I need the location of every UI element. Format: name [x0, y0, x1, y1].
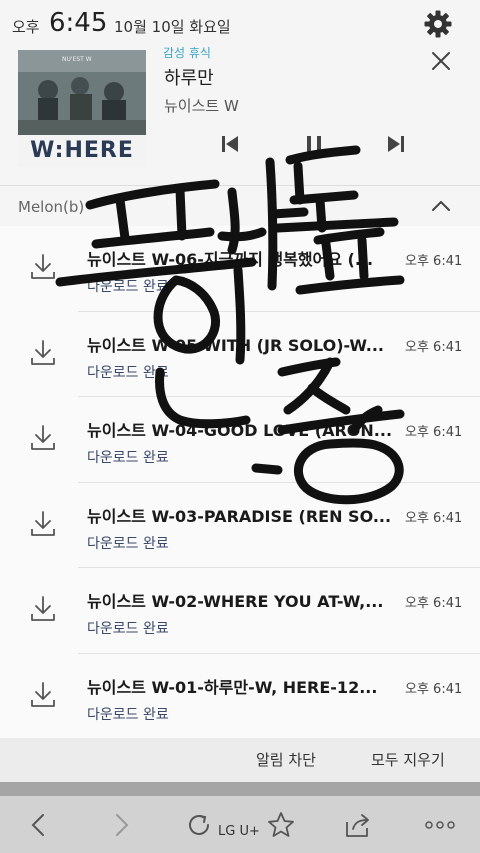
list-item[interactable]: 뉴이스트 W-06-지금까지 행복했어요 (... 오후 6:41 다운로드 완… [0, 226, 480, 312]
notification-group-header[interactable]: Melon(b) [0, 186, 480, 226]
now-playing-artist: 뉴이스트 W [164, 97, 239, 115]
list-item[interactable]: 뉴이스트 W-05-WITH (JR SOLO)-W... 오후 6:41 다운… [0, 311, 480, 397]
download-status: 다운로드 완료 [87, 450, 169, 466]
download-time: 오후 6:41 [405, 681, 463, 697]
clear-all-button[interactable]: 모두 지우기 [371, 749, 445, 770]
status-date: 10월 10일 화요일 [114, 18, 231, 36]
download-status: 다운로드 완료 [87, 621, 169, 637]
list-item[interactable]: 뉴이스트 W-01-하루만-W, HERE-12... 오후 6:41 다운로드… [0, 653, 480, 739]
download-title: 뉴이스트 W-04-GOOD LOVE (ARON... [87, 421, 393, 440]
carrier-label: LG U+ [218, 824, 260, 839]
skip-next-icon [388, 136, 404, 152]
download-status: 다운로드 완료 [87, 364, 169, 381]
block-notifications-button[interactable]: 알림 차단 [256, 749, 316, 770]
download-time: 오후 6:41 [405, 254, 463, 269]
skip-previous-icon [222, 136, 238, 152]
status-time: 6:45 [49, 8, 108, 38]
list-item[interactable]: 뉴이스트 W-02-WHERE YOU AT-W,... 오후 6:41 다운로… [0, 568, 480, 654]
download-time: 오후 6:41 [405, 425, 463, 440]
share-icon [346, 814, 369, 837]
download-status: 다운로드 완료 [87, 706, 169, 723]
album-small-text: NU'EST W [62, 56, 92, 63]
media-notification[interactable]: NU'EST W W:HERE 감성 휴식 하루만 뉴이스트 W [0, 46, 480, 183]
download-title: 뉴이스트 W-06-지금까지 행복했어요 (... [87, 250, 374, 269]
download-icon [31, 510, 55, 536]
reload-icon [189, 815, 209, 835]
download-icon [31, 681, 55, 707]
reload-button[interactable] [184, 810, 214, 840]
back-button[interactable] [24, 810, 54, 840]
settings-button[interactable] [423, 9, 453, 39]
list-item[interactable]: 뉴이스트 W-03-PARADISE (REN SO... 오후 6:41 다운… [0, 482, 480, 568]
download-icon [31, 254, 55, 279]
pause-button[interactable] [302, 132, 326, 156]
close-button[interactable] [428, 48, 454, 74]
download-status: 다운로드 완료 [87, 535, 169, 552]
notification-action-bar: 알림 차단 모두 지우기 [0, 738, 480, 782]
download-title: 뉴이스트 W-03-PARADISE (REN SO... [87, 506, 392, 526]
album-art[interactable]: NU'EST W W:HERE [18, 50, 146, 167]
share-button[interactable] [343, 810, 373, 840]
close-icon [432, 52, 450, 70]
download-status: 다운로드 완료 [87, 279, 169, 295]
gear-icon [424, 10, 452, 38]
download-title: 뉴이스트 W-02-WHERE YOU AT-W,... [87, 592, 384, 611]
download-list: 뉴이스트 W-06-지금까지 행복했어요 (... 오후 6:41 다운로드 완… [0, 226, 480, 739]
download-time: 오후 6:41 [405, 339, 463, 355]
group-label: Melon(b) [18, 198, 85, 216]
now-playing-category: 감성 휴식 [163, 46, 211, 60]
status-ampm: 오후 [12, 18, 40, 36]
download-time: 오후 6:41 [405, 596, 463, 611]
collapse-button[interactable] [428, 194, 454, 218]
status-bar: 오후 6:45 10월 10일 화요일 [0, 0, 480, 48]
more-button[interactable] [423, 810, 455, 840]
background-strip [0, 782, 480, 796]
download-time: 오후 6:41 [405, 510, 463, 526]
pause-icon [307, 136, 321, 152]
download-icon [31, 425, 55, 450]
more-icon [425, 821, 455, 829]
next-button[interactable] [384, 132, 408, 156]
download-title: 뉴이스트 W-01-하루만-W, HERE-12... [87, 677, 378, 697]
forward-icon [116, 814, 129, 836]
forward-button[interactable] [106, 810, 136, 840]
back-icon [31, 814, 44, 836]
download-title: 뉴이스트 W-05-WITH (JR SOLO)-W... [87, 335, 385, 355]
star-icon [268, 812, 294, 837]
now-playing-song: 하루만 [164, 68, 214, 89]
previous-button[interactable] [218, 132, 242, 156]
download-icon [31, 596, 55, 621]
album-title: W:HERE [18, 135, 146, 167]
chevron-up-icon [432, 200, 450, 211]
bookmark-button[interactable] [266, 810, 296, 840]
list-item[interactable]: 뉴이스트 W-04-GOOD LOVE (ARON... 오후 6:41 다운로… [0, 397, 480, 483]
browser-toolbar: LG U+ [0, 796, 480, 853]
download-icon [31, 339, 55, 365]
